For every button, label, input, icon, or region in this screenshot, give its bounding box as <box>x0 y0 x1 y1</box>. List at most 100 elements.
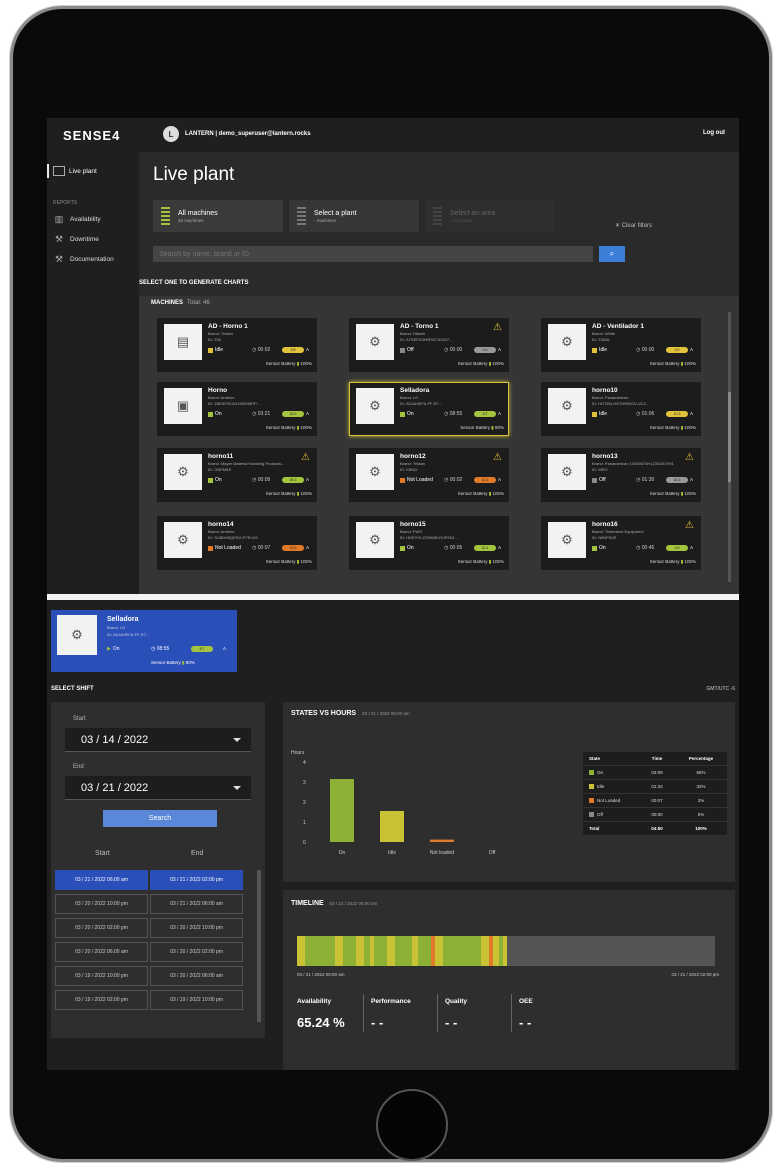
y-tick-label: 1 <box>303 820 306 826</box>
end-date-select[interactable]: 03 / 21 / 2022 <box>65 776 251 800</box>
sidebar-item-availability[interactable]: ▥ Availability <box>53 214 101 225</box>
kpi-block: OEE - - <box>519 998 575 1030</box>
avatar[interactable]: L <box>163 126 179 142</box>
current-pill: 8.7 <box>191 646 213 652</box>
machine-card[interactable]: ⚙ horno10 Brand: Panamerican ID: HG7EB-H… <box>541 382 701 436</box>
machine-card[interactable]: ⚙ horno14 Brand: Amitron ID: SU8DH9QESG-… <box>157 516 317 570</box>
shift-end: 03 / 20 / 2022 06:00 am <box>150 966 243 986</box>
machine-card[interactable]: ▤ AD - Horno 1 Brand: Tristan ID: 226 Id… <box>157 318 317 372</box>
search-input[interactable] <box>159 250 593 258</box>
filter-title: Select an area <box>450 209 496 217</box>
machine-id: ID: AD4A9EFA-FF-R7... <box>400 401 443 406</box>
state-icon <box>208 411 213 417</box>
filter-sub: - machines <box>450 217 473 223</box>
machine-brand: Brand: Hitachi <box>400 331 426 336</box>
current-pill: 26.3 <box>282 477 304 483</box>
search-button[interactable]: ⌕ <box>599 246 625 262</box>
table-row: Idle 01:33 32% <box>583 780 727 794</box>
grid-icon <box>53 166 65 176</box>
selected-machine-card[interactable]: ⚙ Selladora Brand: LG ID: AD4A9EFA-FF-R7… <box>51 610 237 672</box>
timeline-segment <box>374 936 387 966</box>
shift-start: 03 / 19 / 2022 02:00 pm <box>55 990 148 1010</box>
machine-card[interactable]: ⚙ horno12 Brand: Tristan ID: KBND ⚠ Not … <box>349 448 509 502</box>
machine-state: Not Loaded <box>208 545 241 551</box>
sensor-battery: Sensor Battery ▮ 80% <box>151 660 195 665</box>
machine-card[interactable]: ⚙ Selladora Brand: LG ID: AD4A9EFA-FF-R7… <box>349 382 509 436</box>
filter-select-plant[interactable]: Select a plant - machines <box>289 200 419 232</box>
warning-icon: ⚠ <box>685 520 694 531</box>
machine-state: On <box>400 411 414 417</box>
machine-time: ◷ 00:00 <box>636 347 655 353</box>
current-pill: 18.1 <box>666 477 688 483</box>
search-shift-button[interactable]: Search <box>103 810 217 827</box>
sensor-battery: Sensor Battery ▮ 100% <box>265 361 312 366</box>
filter-sub: - machines <box>314 217 337 223</box>
machine-name: horno10 <box>592 387 618 394</box>
start-date-select[interactable]: 03 / 14 / 2022 <box>65 728 251 752</box>
start-label: Start <box>73 716 86 722</box>
clear-filters-button[interactable]: ✕ Clear filters <box>615 222 652 229</box>
machine-name: horno12 <box>400 453 426 460</box>
kpi-value: - - <box>445 1015 458 1030</box>
play-icon: ▶ <box>107 646 111 652</box>
machine-time: ◷ 00:46 <box>636 545 655 551</box>
sensor-battery: Sensor Battery ▮ 100% <box>649 491 696 496</box>
shift-row[interactable]: 03 / 21 / 2022 06:00 am 03 / 21 / 2022 02… <box>55 870 245 890</box>
logout-link[interactable]: Log out <box>703 130 725 136</box>
state-icon <box>208 347 213 353</box>
machine-name: horno15 <box>400 521 426 528</box>
machine-card[interactable]: ⚙ horno15 Brand: PWG ID: HDEYHLZZ5H6EUSJ… <box>349 516 509 570</box>
col-end-header: End <box>191 850 204 857</box>
machine-card[interactable]: ⚙ horno11 Brand: Mayer Material Handling… <box>157 448 317 502</box>
current-pill: 3.9 <box>666 545 688 551</box>
kpi-value: - - <box>371 1015 384 1030</box>
warning-icon: ⚠ <box>493 452 502 463</box>
machine-brand: Brand: PWG <box>400 529 423 534</box>
machine-image: ⚙ <box>356 388 394 424</box>
current-pill: 0.0 <box>474 347 496 353</box>
chart-icon: ▥ <box>54 214 64 224</box>
shift-row[interactable]: 03 / 20 / 2022 06:00 am 03 / 20 / 2022 02… <box>55 942 245 962</box>
state-color-icon <box>589 784 594 789</box>
machine-time: ◷ 00:02 <box>252 347 271 353</box>
kpi-value: 65.24 % <box>297 1015 345 1030</box>
end-label: End <box>73 764 84 770</box>
machine-card[interactable]: ⚙ horno13 Brand: Panamerican 10045670H12… <box>541 448 701 502</box>
sidebar-item-downtime[interactable]: ⚒ Downtime <box>53 234 99 245</box>
sensor-battery: Sensor Battery ▮ 100% <box>457 361 504 366</box>
timeline-segment <box>386 936 396 966</box>
shift-row[interactable]: 03 / 19 / 2022 02:00 pm 03 / 19 / 2022 10… <box>55 990 245 1010</box>
timeline-segment <box>395 936 412 966</box>
y-tick-label: 0 <box>303 840 306 846</box>
sidebar-item-label: Live plant <box>69 167 97 175</box>
shift-scrollbar[interactable] <box>257 870 261 1022</box>
machine-card[interactable]: ⚙ AD - Torno 1 Brand: Hitachi ID: A7SEFD… <box>349 318 509 372</box>
timeline-segment <box>334 936 343 966</box>
scrollbar[interactable] <box>728 312 731 582</box>
filter-sub: 46 machines <box>178 217 204 223</box>
machine-card[interactable]: ▣ Horno Brand: Amitron ID: 1BEAF9C0G4HD0… <box>157 382 317 436</box>
shift-row[interactable]: 03 / 20 / 2022 10:00 pm 03 / 21 / 2022 06… <box>55 894 245 914</box>
y-tick-label: 2 <box>303 800 306 806</box>
machines-panel: MACHINES Total: 46 ▤ AD - Horno 1 Brand: … <box>139 296 739 594</box>
shift-panel: Start 03 / 14 / 2022 End 03 / 21 / 2022 … <box>51 702 265 1038</box>
table-row: Off 00:00 0% <box>583 808 727 822</box>
machine-card[interactable]: ⚙ AD - Ventilador 1 Brand: White ID: 228… <box>541 318 701 372</box>
sidebar-item-documentation[interactable]: ⚒ Documentation <box>53 254 114 265</box>
chart-title: STATES VS HOURS 03 / 21 / 2022 06:00 am <box>291 710 410 717</box>
timeline-segment <box>443 936 481 966</box>
machine-card[interactable]: ⚙ horno16 Brand: Tinkerland Equipment ID… <box>541 516 701 570</box>
shift-row[interactable]: 03 / 20 / 2022 02:00 pm 03 / 20 / 2022 10… <box>55 918 245 938</box>
top-bar: SENSE4 L LANTERN | demo_superuser@lanter… <box>47 118 739 152</box>
machine-id: ID: HG7EB-HG7HRBIGV-UCZ... <box>592 401 650 406</box>
sidebar-item-live-plant[interactable]: Live plant <box>47 164 97 178</box>
shift-row[interactable]: 03 / 19 / 2022 10:00 pm 03 / 20 / 2022 06… <box>55 966 245 986</box>
col-start-header: Start <box>95 850 110 857</box>
live-plant-view: SENSE4 L LANTERN | demo_superuser@lanter… <box>47 118 739 594</box>
filter-all-machines[interactable]: All machines 46 machines <box>153 200 283 232</box>
bar <box>380 811 404 842</box>
home-button[interactable] <box>376 1089 448 1161</box>
table-row: Not Loaded 00:07 2% <box>583 794 727 808</box>
state-icon <box>592 347 597 353</box>
kpi-label: OEE <box>519 998 533 1005</box>
